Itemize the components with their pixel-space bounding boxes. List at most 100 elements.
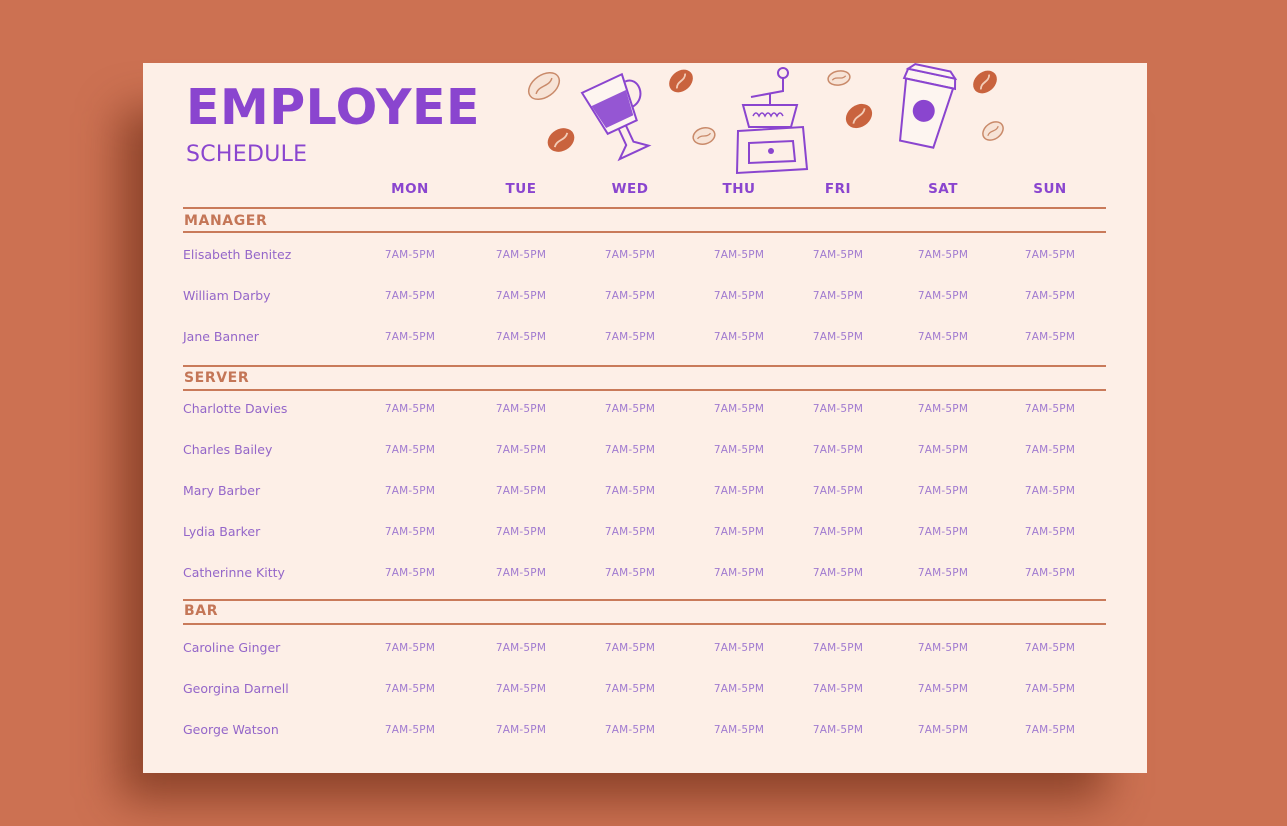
shift-cell-mon: 7AM-5PM	[384, 444, 436, 456]
section-divider	[183, 365, 1106, 367]
shift-cell-tue: 7AM-5PM	[495, 567, 547, 579]
coffee-bean-icon	[527, 71, 561, 101]
shift-cell-wed: 7AM-5PM	[604, 683, 656, 695]
shift-cell-fri: 7AM-5PM	[812, 567, 864, 579]
shift-cell-sat: 7AM-5PM	[917, 444, 969, 456]
shift-cell-sat: 7AM-5PM	[917, 290, 969, 302]
shift-cell-wed: 7AM-5PM	[604, 331, 656, 343]
shift-cell-wed: 7AM-5PM	[604, 444, 656, 456]
shift-cell-thu: 7AM-5PM	[713, 642, 765, 654]
section-label-manager: MANAGER	[184, 213, 268, 229]
shift-cell-mon: 7AM-5PM	[384, 403, 436, 415]
shift-cell-sat: 7AM-5PM	[917, 642, 969, 654]
shift-cell-sun: 7AM-5PM	[1024, 403, 1076, 415]
shift-cell-mon: 7AM-5PM	[384, 290, 436, 302]
shift-cell-tue: 7AM-5PM	[495, 444, 547, 456]
coffee-illustrations	[527, 63, 1004, 175]
section-divider	[183, 389, 1106, 391]
shift-cell-thu: 7AM-5PM	[713, 444, 765, 456]
shift-cell-thu: 7AM-5PM	[713, 526, 765, 538]
section-divider	[183, 231, 1106, 233]
day-header-thu: THU	[722, 181, 756, 197]
shift-cell-wed: 7AM-5PM	[604, 403, 656, 415]
shift-cell-thu: 7AM-5PM	[713, 567, 765, 579]
coffee-bean-icon	[973, 70, 997, 94]
employee-name: Caroline Ginger	[183, 640, 281, 655]
shift-cell-sat: 7AM-5PM	[917, 567, 969, 579]
shift-cell-sun: 7AM-5PM	[1024, 249, 1076, 261]
shift-cell-tue: 7AM-5PM	[495, 485, 547, 497]
shift-cell-wed: 7AM-5PM	[604, 485, 656, 497]
coffee-bean-icon	[692, 127, 716, 145]
shift-cell-mon: 7AM-5PM	[384, 331, 436, 343]
shift-cell-fri: 7AM-5PM	[812, 444, 864, 456]
shift-cell-sat: 7AM-5PM	[917, 249, 969, 261]
section-divider	[183, 599, 1106, 601]
shift-cell-tue: 7AM-5PM	[495, 331, 547, 343]
shift-cell-fri: 7AM-5PM	[812, 526, 864, 538]
shift-cell-sun: 7AM-5PM	[1024, 567, 1076, 579]
shift-cell-sun: 7AM-5PM	[1024, 683, 1076, 695]
irish-coffee-glass-icon	[580, 72, 652, 162]
shift-cell-wed: 7AM-5PM	[604, 526, 656, 538]
shift-cell-mon: 7AM-5PM	[384, 724, 436, 736]
day-header-wed: WED	[611, 181, 649, 197]
shift-cell-wed: 7AM-5PM	[604, 249, 656, 261]
section-divider	[183, 623, 1106, 625]
employee-name: Elisabeth Benitez	[183, 247, 292, 262]
shift-cell-mon: 7AM-5PM	[384, 642, 436, 654]
takeaway-cup-icon	[898, 63, 958, 149]
employee-name: Charles Bailey	[183, 442, 273, 457]
section-divider	[183, 207, 1106, 209]
shift-cell-sun: 7AM-5PM	[1024, 485, 1076, 497]
shift-cell-tue: 7AM-5PM	[495, 683, 547, 695]
coffee-bean-icon	[982, 121, 1004, 141]
shift-cell-sun: 7AM-5PM	[1024, 331, 1076, 343]
day-header-tue: TUE	[505, 181, 537, 197]
shift-cell-sun: 7AM-5PM	[1024, 526, 1076, 538]
shift-cell-sat: 7AM-5PM	[917, 403, 969, 415]
schedule-card: EMPLOYEE SCHEDULE MON TUE WED THU FRI SA…	[143, 63, 1147, 773]
section-label-bar: BAR	[184, 603, 219, 619]
shift-cell-sun: 7AM-5PM	[1024, 290, 1076, 302]
shift-cell-sun: 7AM-5PM	[1024, 642, 1076, 654]
shift-cell-thu: 7AM-5PM	[713, 249, 765, 261]
shift-cell-wed: 7AM-5PM	[604, 567, 656, 579]
shift-cell-wed: 7AM-5PM	[604, 724, 656, 736]
shift-cell-fri: 7AM-5PM	[812, 724, 864, 736]
shift-cell-tue: 7AM-5PM	[495, 724, 547, 736]
shift-cell-fri: 7AM-5PM	[812, 683, 864, 695]
shift-cell-fri: 7AM-5PM	[812, 249, 864, 261]
shift-cell-tue: 7AM-5PM	[495, 249, 547, 261]
employee-name: Catherinne Kitty	[183, 565, 285, 580]
shift-cell-fri: 7AM-5PM	[812, 403, 864, 415]
day-header-sat: SAT	[928, 181, 958, 197]
employee-name: George Watson	[183, 722, 279, 737]
shift-cell-sat: 7AM-5PM	[917, 683, 969, 695]
employee-name: Georgina Darnell	[183, 681, 289, 696]
day-header-sun: SUN	[1033, 181, 1067, 197]
day-header-fri: FRI	[824, 181, 852, 197]
shift-cell-wed: 7AM-5PM	[604, 642, 656, 654]
shift-cell-fri: 7AM-5PM	[812, 485, 864, 497]
coffee-bean-icon	[669, 69, 693, 93]
shift-cell-tue: 7AM-5PM	[495, 526, 547, 538]
shift-cell-sun: 7AM-5PM	[1024, 444, 1076, 456]
shift-cell-thu: 7AM-5PM	[713, 724, 765, 736]
shift-cell-thu: 7AM-5PM	[713, 403, 765, 415]
shift-cell-thu: 7AM-5PM	[713, 485, 765, 497]
coffee-bean-icon	[845, 103, 873, 129]
shift-cell-fri: 7AM-5PM	[812, 642, 864, 654]
employee-name: Lydia Barker	[183, 524, 261, 539]
shift-cell-wed: 7AM-5PM	[604, 290, 656, 302]
shift-cell-sat: 7AM-5PM	[917, 331, 969, 343]
shift-cell-tue: 7AM-5PM	[495, 290, 547, 302]
employee-name: William Darby	[183, 288, 271, 303]
shift-cell-fri: 7AM-5PM	[812, 331, 864, 343]
shift-cell-mon: 7AM-5PM	[384, 526, 436, 538]
day-header-mon: MON	[391, 181, 429, 197]
coffee-bean-icon	[547, 128, 575, 152]
employee-name: Charlotte Davies	[183, 401, 288, 416]
shift-cell-mon: 7AM-5PM	[384, 567, 436, 579]
shift-cell-mon: 7AM-5PM	[384, 683, 436, 695]
